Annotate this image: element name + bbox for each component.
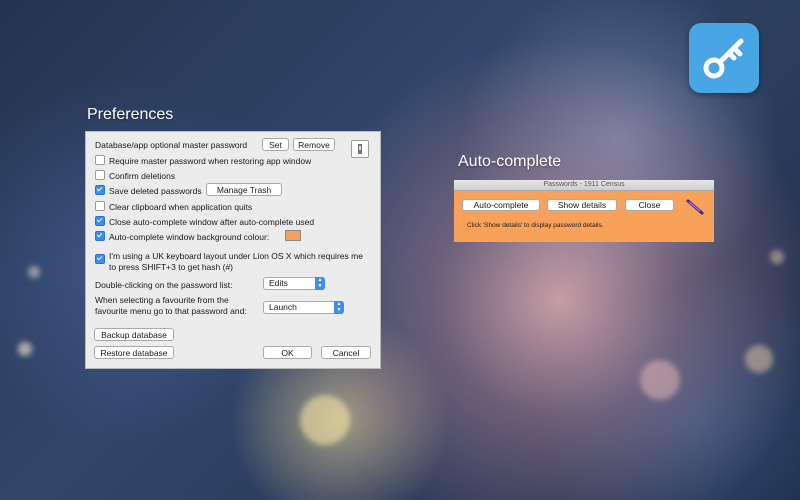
autocomplete-body: Auto-complete Show details Close Click '… [454,191,714,242]
double-click-value: Edits [269,278,288,288]
preferences-window: Database/app optional master password Se… [85,131,381,369]
key-icon [703,38,744,79]
clear-clipboard-option[interactable]: Clear clipboard when application quits [95,201,252,212]
uk-keyboard-label-line2: to press SHIFT+3 to get hash (#) [109,262,234,272]
favourite-label-line1: When selecting a favourite from the [95,295,229,305]
favourite-label: When selecting a favourite from the favo… [95,295,247,317]
remove-button[interactable]: Remove [293,138,335,151]
require-master-label: Require master password when restoring a… [109,156,312,166]
save-deleted-option[interactable]: Save deleted passwords [95,185,202,196]
show-details-button[interactable]: Show details [547,199,617,211]
uk-keyboard-label-line1: I'm using a UK keyboard layout under Lio… [109,251,363,261]
bokeh-light [18,342,32,356]
confirm-deletions-option[interactable]: Confirm deletions [95,170,175,181]
clear-clipboard-checkbox[interactable] [95,201,105,211]
restore-database-button[interactable]: Restore database [94,346,174,359]
confirm-deletions-checkbox[interactable] [95,170,105,180]
uk-keyboard-option[interactable]: I'm using a UK keyboard layout under Lio… [95,251,363,273]
require-master-option[interactable]: Require master password when restoring a… [95,155,311,166]
magic-wand-icon [686,199,704,215]
close-autocomplete-option[interactable]: Close auto-complete window after auto-co… [95,216,314,227]
favourite-label-line2: favourite menu go to that password and: [95,306,247,316]
autocomplete-hint: Click 'Show details' to display password… [467,222,604,229]
bg-colour-option[interactable]: Auto-complete window background colour: [95,231,269,242]
bokeh-light [300,395,350,445]
bokeh-light [640,360,680,400]
clear-clipboard-label: Clear clipboard when application quits [109,202,253,212]
autocomplete-titlebar: Passwords - 1911 Census [454,180,714,191]
backup-database-button[interactable]: Backup database [94,328,174,341]
bg-colour-label: Auto-complete window background colour: [109,232,270,242]
save-deleted-checkbox[interactable] [95,185,105,195]
bokeh-light [770,250,784,264]
ok-button[interactable]: OK [263,346,312,359]
select-arrows-icon: ▲ ▼ [315,277,325,290]
favourite-value: Launch [269,302,297,312]
close-autocomplete-checkbox[interactable] [95,216,105,226]
autocomplete-button[interactable]: Auto-complete [462,199,540,211]
double-click-select[interactable]: Edits ▲ ▼ [263,277,325,290]
preferences-title: Preferences [87,106,174,123]
confirm-deletions-label: Confirm deletions [109,171,176,181]
uk-keyboard-checkbox[interactable] [95,254,105,264]
master-password-label: Database/app optional master password [95,140,248,150]
close-button[interactable]: Close [625,199,674,211]
double-click-label: Double-clicking on the password list: [95,280,233,290]
app-icon [689,23,759,93]
lock-icon[interactable] [351,140,369,158]
bg-colour-checkbox[interactable] [95,231,105,241]
colour-swatch[interactable] [285,230,301,241]
save-deleted-label: Save deleted passwords [109,186,202,196]
bokeh-light [745,345,773,373]
require-master-checkbox[interactable] [95,155,105,165]
set-button[interactable]: Set [262,138,289,151]
manage-trash-button[interactable]: Manage Trash [206,183,282,196]
autocomplete-title: Auto-complete [458,153,562,170]
autocomplete-window: Passwords - 1911 Census Auto-complete Sh… [454,180,714,242]
cancel-button[interactable]: Cancel [321,346,371,359]
select-arrows-icon: ▲ ▼ [334,301,344,314]
close-autocomplete-label: Close auto-complete window after auto-co… [109,217,315,227]
bokeh-light [28,266,40,278]
favourite-select[interactable]: Launch ▲ ▼ [263,301,344,314]
